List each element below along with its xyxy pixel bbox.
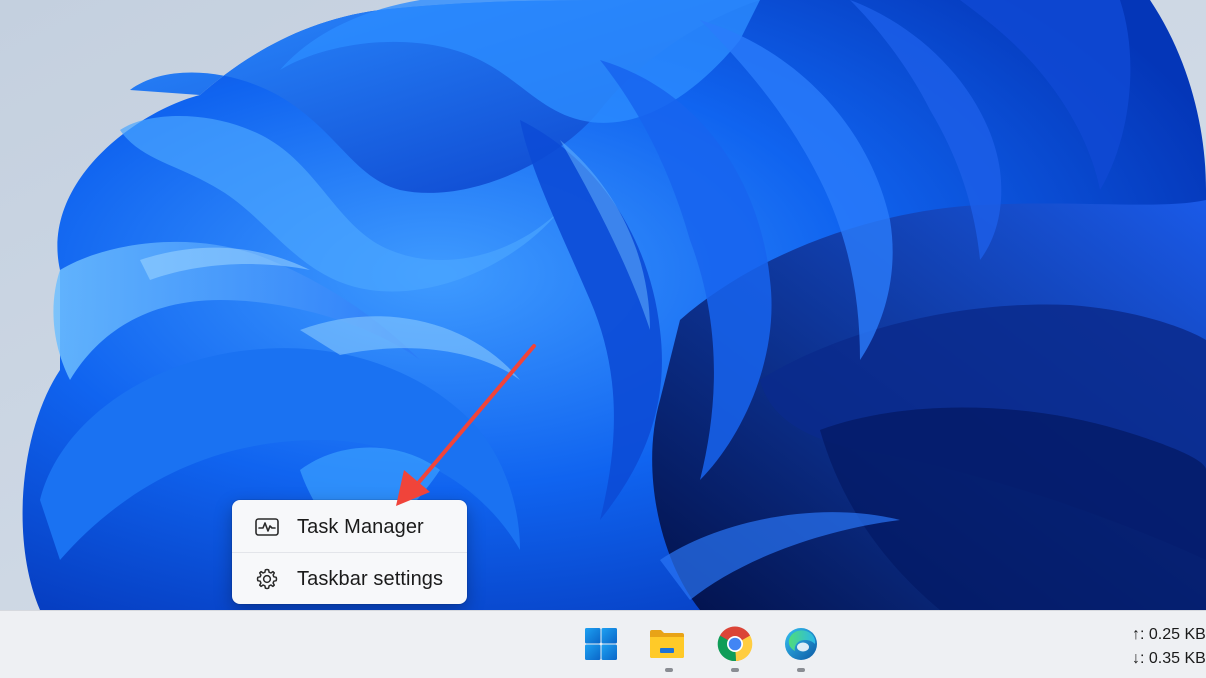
file-explorer-icon	[650, 630, 684, 658]
gear-icon	[254, 566, 280, 592]
upload-speed: ↑: 0.25 KB	[1132, 626, 1206, 643]
task-manager-icon	[254, 514, 280, 540]
menu-item-label: Taskbar settings	[297, 567, 444, 590]
download-speed: ↓: 0.35 KB	[1132, 650, 1206, 667]
taskbar-context-menu: Task Manager Taskbar settings	[232, 500, 467, 604]
menu-item-task-manager[interactable]: Task Manager	[232, 502, 467, 552]
menu-item-label: Task Manager	[297, 515, 424, 538]
windows-start-icon	[585, 628, 617, 660]
desktop-wallpaper	[0, 0, 1206, 610]
menu-item-taskbar-settings[interactable]: Taskbar settings	[232, 554, 467, 604]
edge-icon	[785, 628, 817, 660]
edge-button[interactable]	[782, 625, 820, 663]
network-speed-widget[interactable]: ↑: 0.25 KB ↓: 0.35 KB	[1132, 623, 1206, 671]
start-button[interactable]	[582, 625, 620, 663]
taskbar[interactable]: ↑: 0.25 KB ↓: 0.35 KB	[0, 610, 1206, 678]
running-indicator	[731, 668, 739, 672]
menu-divider	[232, 552, 467, 553]
chrome-button[interactable]	[716, 625, 754, 663]
running-indicator	[665, 668, 673, 672]
desktop[interactable]: Task Manager Taskbar settings ↑: 0.25 KB…	[0, 0, 1206, 678]
running-indicator	[797, 668, 805, 672]
chrome-icon	[717, 626, 753, 662]
file-explorer-button[interactable]	[648, 625, 686, 663]
